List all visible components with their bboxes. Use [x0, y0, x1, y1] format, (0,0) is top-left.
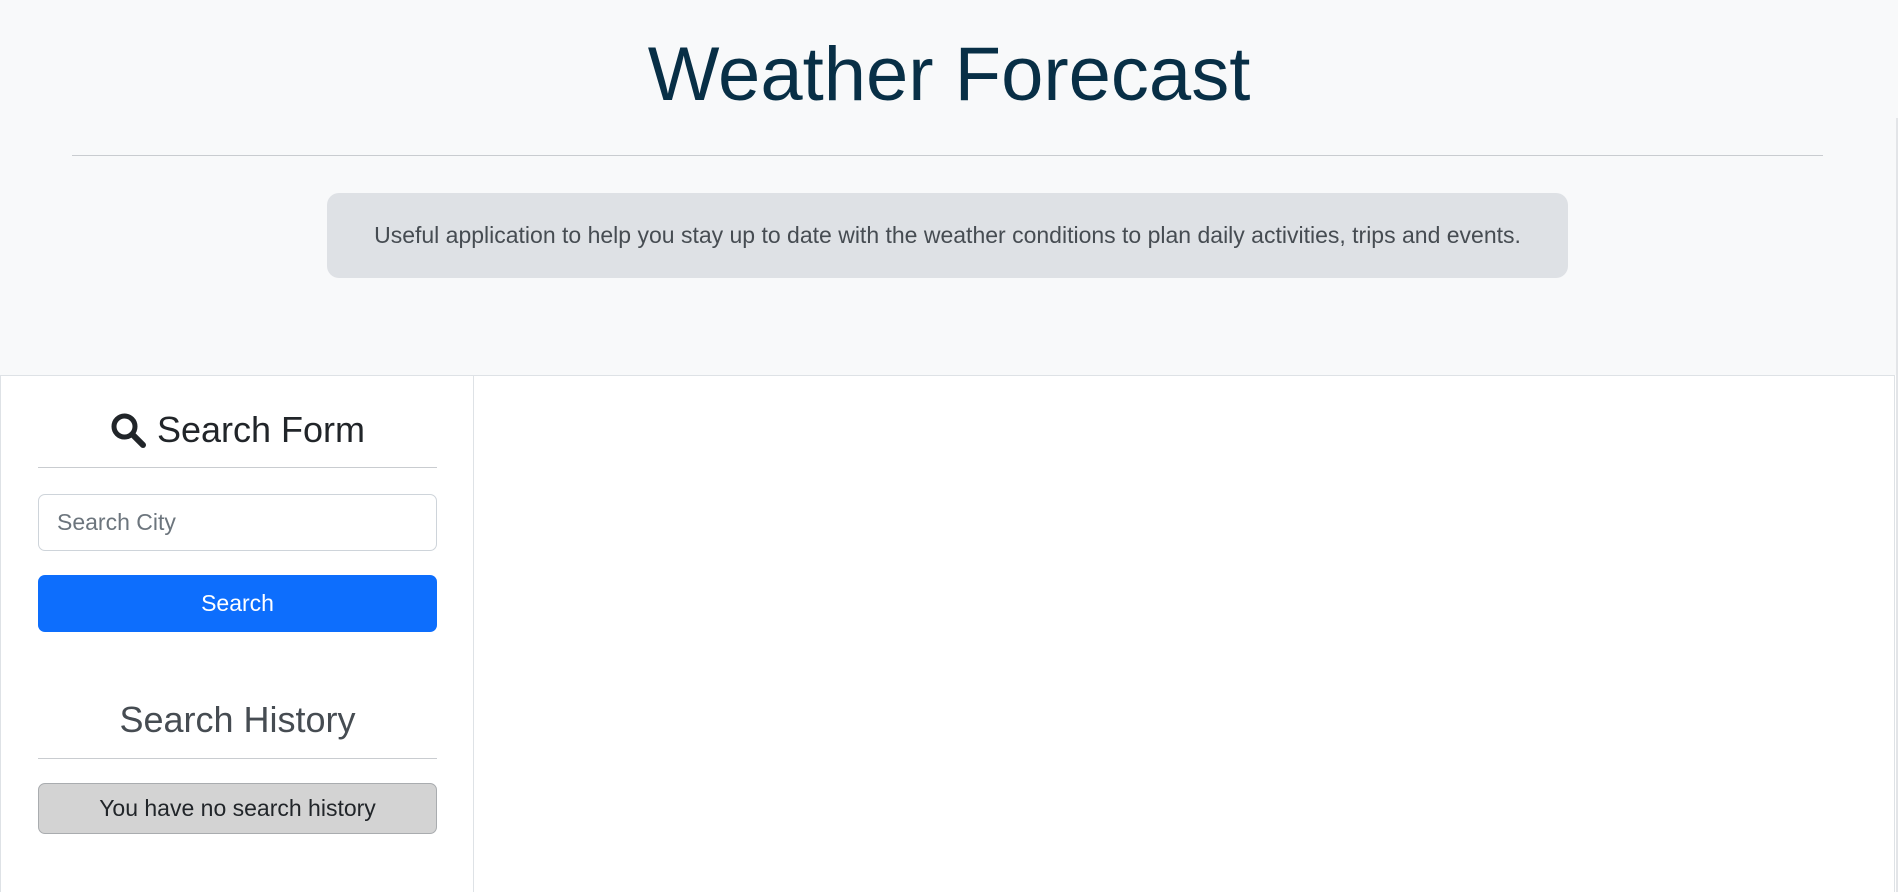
app-description: Useful application to help you stay up t… [327, 193, 1568, 278]
search-history-title: Search History [119, 699, 356, 740]
search-city-input[interactable] [38, 494, 437, 551]
page-header: Weather Forecast Useful application to h… [0, 0, 1898, 375]
search-form-title: Search Form [156, 409, 366, 450]
search-form-divider [38, 467, 437, 468]
page: Weather Forecast Useful application to h… [0, 0, 1898, 892]
forecast-content-area [474, 375, 1895, 892]
search-button[interactable]: Search [38, 575, 437, 632]
search-history-empty-message: You have no search history [38, 783, 437, 834]
page-title: Weather Forecast [647, 32, 1251, 117]
search-icon [111, 413, 146, 448]
header-divider [72, 155, 1823, 156]
search-form-heading: Search Form [38, 408, 437, 452]
search-history-divider [38, 758, 437, 759]
search-sidebar: Search Form Search Search History You ha… [0, 375, 474, 892]
